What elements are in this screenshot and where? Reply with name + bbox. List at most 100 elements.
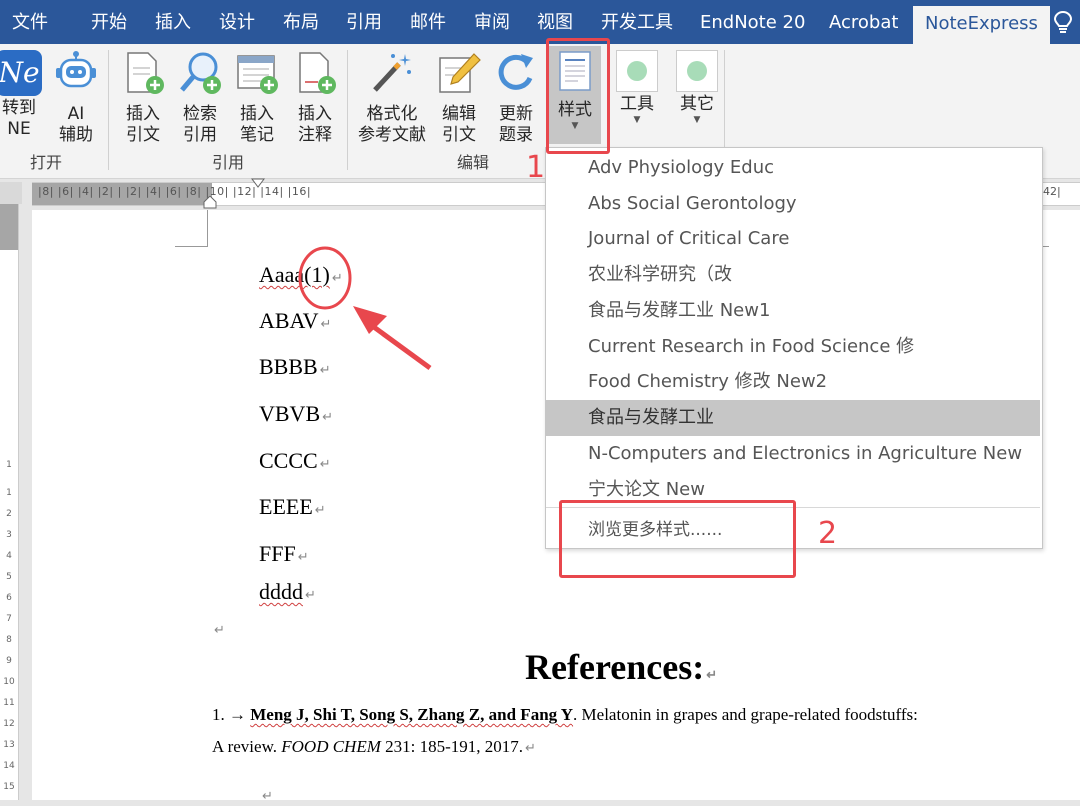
tab-review[interactable]: 审阅: [474, 0, 510, 44]
ai-label-1: AI: [67, 104, 85, 124]
style-dropdown-menu: Adv Physiology Educ Abs Social Gerontolo…: [545, 147, 1043, 549]
paragraph-mark: ↵: [322, 409, 334, 424]
tools-icon: [616, 50, 658, 92]
tab-design[interactable]: 设计: [219, 0, 255, 44]
vertical-ruler[interactable]: 1 1 2 3 4 5 6 7 8 9 10 11 12 13 14 15 16…: [0, 204, 19, 800]
style-menu-item[interactable]: N-Computers and Electronics in Agricultu…: [546, 436, 1042, 472]
paragraph-mark: ↵: [314, 502, 326, 517]
margin-corner-mark: [175, 246, 207, 247]
tab-developer[interactable]: 开发工具: [601, 0, 673, 44]
insert-annotation-label-2: 注释: [298, 125, 332, 145]
tools-label: 工具: [620, 94, 654, 114]
reference-entry-line-1[interactable]: 1. → Meng J, Shi T, Song S, Zhang Z, and…: [212, 705, 918, 725]
update-list-label-2: 题录: [499, 125, 533, 145]
tab-noteexpress[interactable]: NoteExpress: [913, 6, 1050, 44]
style-menu-item[interactable]: Adv Physiology Educ: [546, 150, 1042, 186]
heading-text: References:: [525, 647, 705, 687]
group-divider: [108, 50, 109, 170]
style-menu-item[interactable]: Abs Social Gerontology: [546, 186, 1042, 222]
search-citation-label-2: 引用: [183, 125, 217, 145]
insert-annotation-button[interactable]: 插入 注释: [290, 50, 340, 146]
insert-citation-button[interactable]: 插入 引文: [118, 50, 168, 146]
doc-line[interactable]: EEEE ↵: [259, 494, 326, 520]
vruler-tick: 12: [3, 719, 15, 729]
edit-citation-label-2: 引文: [442, 125, 476, 145]
ai-assist-button[interactable]: AI 辅助: [50, 50, 102, 146]
ref-text: 231: 185-191, 2017.: [380, 737, 524, 756]
tab-acrobat[interactable]: Acrobat: [829, 0, 898, 44]
ribbon-tab-bar: 文件 开始 插入 设计 布局 引用 邮件 审阅 视图 开发工具 EndNote …: [0, 0, 1080, 44]
doc-line-text: FFF: [259, 541, 296, 566]
tab-mailings[interactable]: 邮件: [410, 0, 446, 44]
lightbulb-icon[interactable]: [1052, 10, 1074, 34]
style-menu-item[interactable]: 食品与发酵工业 New1: [546, 293, 1042, 329]
doc-line[interactable]: FFF ↵: [259, 541, 309, 567]
insert-citation-label-2: 引文: [126, 125, 160, 145]
other-label: 其它: [680, 94, 714, 114]
insert-annotation-label-1: 插入: [298, 104, 332, 124]
annotation-circle-arrow: [298, 246, 432, 371]
style-menu-item[interactable]: Food Chemistry 修改 New2: [546, 364, 1042, 400]
goto-ne-label-1: 转到: [2, 98, 36, 118]
other-button[interactable]: 其它 ▼: [673, 50, 721, 125]
noteexpress-logo-icon: Ne: [0, 50, 42, 96]
edit-citation-button[interactable]: 编辑 引文: [434, 50, 484, 146]
vruler-tick: 5: [6, 572, 12, 582]
reference-entry-line-2[interactable]: A review. FOOD CHEM 231: 185-191, 2017. ↵: [212, 737, 536, 757]
doc-line[interactable]: CCCC ↵: [259, 448, 331, 474]
paragraph-mark: ↵: [297, 549, 309, 564]
refresh-icon: [498, 54, 533, 90]
insert-citation-label-1: 插入: [126, 104, 160, 124]
style-menu-item[interactable]: 农业科学研究（改: [546, 257, 1042, 293]
tab-endnote[interactable]: EndNote 20: [700, 0, 805, 44]
tab-insert[interactable]: 插入: [155, 0, 191, 44]
doc-line[interactable]: dddd ↵: [259, 579, 316, 605]
group-edit-label: 编辑: [457, 153, 490, 172]
vruler-tick: 1: [6, 488, 12, 498]
style-menu-item[interactable]: Current Research in Food Science 修: [546, 329, 1042, 365]
ref-authors: Meng J, Shi T, Song S, Zhang Z, and Fang…: [250, 705, 574, 724]
tab-home[interactable]: 开始: [91, 0, 127, 44]
insert-note-button[interactable]: 插入 笔记: [232, 50, 282, 146]
doc-line-text: CCCC: [259, 448, 318, 473]
doc-line-text: EEEE: [259, 494, 313, 519]
style-menu-item-selected[interactable]: 食品与发酵工业: [546, 400, 1040, 436]
tools-button[interactable]: 工具 ▼: [613, 50, 661, 125]
annotation-box-style: [546, 38, 610, 154]
ruler-margin: [0, 204, 18, 250]
group-open-label: 打开: [30, 153, 63, 172]
paragraph-mark: ↵: [319, 456, 331, 471]
vruler-tick: 14: [3, 761, 15, 771]
empty-paragraph[interactable]: ↵: [212, 614, 225, 640]
ai-label-2: 辅助: [59, 125, 93, 145]
update-list-button[interactable]: 更新 题录: [491, 50, 541, 146]
tab-layout[interactable]: 布局: [283, 0, 319, 44]
vruler-tick: 3: [6, 530, 12, 540]
format-references-button[interactable]: 格式化 参考文献: [353, 50, 431, 146]
style-menu-item[interactable]: Journal of Critical Care: [546, 221, 1042, 257]
annotation-box-more: [559, 500, 796, 578]
edit-citation-label-1: 编辑: [442, 104, 476, 124]
ruler-ticks-right: 42|: [1043, 185, 1061, 198]
annotation-add-icon: [299, 52, 336, 94]
first-line-indent-icon[interactable]: [251, 178, 265, 190]
search-citation-label-1: 检索: [183, 104, 217, 124]
vruler-tick: 7: [6, 614, 12, 624]
references-heading[interactable]: References: ↵: [525, 646, 717, 688]
vruler-tick: 9: [6, 656, 12, 666]
doc-line-text: VBVB: [259, 401, 321, 426]
other-icon: [676, 50, 718, 92]
ref-text: A review.: [212, 737, 282, 756]
paragraph-mark: ↵: [305, 587, 316, 602]
tab-file[interactable]: 文件: [12, 0, 48, 44]
update-list-label-1: 更新: [499, 104, 533, 124]
search-citation-button[interactable]: 检索 引用: [175, 50, 225, 146]
vruler-tick: 13: [3, 740, 15, 750]
magnifier-add-icon: [180, 52, 221, 94]
chevron-down-icon: ▼: [693, 115, 701, 125]
vruler-tick: 11: [3, 698, 15, 708]
goto-ne-button[interactable]: Ne 转到 NE: [0, 50, 44, 140]
empty-paragraph[interactable]: ↵: [260, 780, 273, 806]
tab-references[interactable]: 引用: [346, 0, 382, 44]
doc-line[interactable]: VBVB ↵: [259, 401, 333, 427]
